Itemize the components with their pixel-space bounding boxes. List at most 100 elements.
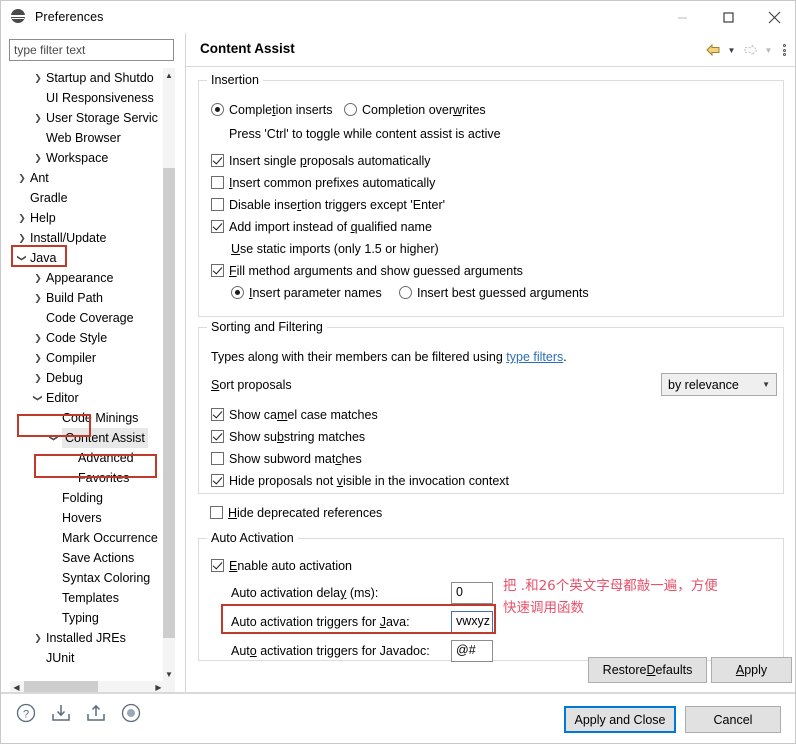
tree-item-code-minings[interactable]: Code Minings [10,408,165,428]
tree-item-workspace[interactable]: ❯ Workspace [10,148,165,168]
checkbox-indicator [210,506,223,519]
completion-overwrites-radio[interactable]: Completion overwrites [344,103,486,117]
apply-button[interactable]: Apply [711,657,792,683]
tree-item-advanced[interactable]: Advanced [10,448,165,468]
tree-item-code-coverage[interactable]: Code Coverage [10,308,165,328]
chevron-right-icon[interactable]: ❯ [32,628,44,648]
chevron-right-icon[interactable]: ❯ [32,288,44,308]
tree-item-label: Gradle [30,191,68,205]
tree-item-java[interactable]: ❯ Java [10,248,165,268]
close-icon[interactable] [751,1,795,33]
tree-item-help[interactable]: ❯ Help [10,208,165,228]
sort-proposals-combo[interactable]: by relevance ▼ [661,373,777,396]
type-filters-link[interactable]: type filters [506,350,563,364]
javadoc-triggers-input[interactable]: @# [451,640,493,662]
enable-auto-activation-checkbox[interactable]: Enable auto activation [211,559,352,573]
tree-item-typing[interactable]: Typing [10,608,165,628]
chevron-right-icon[interactable]: ❯ [32,108,44,128]
show-camel-case-checkbox[interactable]: Show camel case matches [211,408,378,422]
filter-text-placeholder[interactable]: type filter text [9,39,174,61]
chevron-right-icon[interactable]: ❯ [32,68,44,88]
chevron-right-icon[interactable]: ❯ [32,148,44,168]
tree-item-content-assist[interactable]: ❯ Content Assist [10,428,165,448]
hide-deprecated-checkbox[interactable]: Hide deprecated references [210,506,382,520]
tree-item-installed-jres[interactable]: ❯ Installed JREs [10,628,165,648]
tree-item-hovers[interactable]: Hovers [10,508,165,528]
tree-item-debug[interactable]: ❯ Debug [10,368,165,388]
tree-item-code-style[interactable]: ❯ Code Style [10,328,165,348]
vertical-scroll-thumb[interactable] [163,168,175,638]
chevron-right-icon[interactable]: ❯ [16,208,28,228]
chevron-right-icon[interactable]: ❯ [32,328,44,348]
chevron-down-icon[interactable]: ❯ [44,432,64,444]
tree-item-install-update[interactable]: ❯ Install/Update [10,228,165,248]
tree-item-syntax-coloring[interactable]: Syntax Coloring [10,568,165,588]
tree-item-label: Build Path [46,291,103,305]
view-menu-icon[interactable] [777,40,791,60]
scroll-down-icon[interactable]: ▼ [163,667,175,681]
tree-item-appearance[interactable]: ❯ Appearance [10,268,165,288]
checkbox-label: Enable auto activation [229,559,353,573]
tree-item-ui-responsiveness[interactable]: UI Responsiveness [10,88,165,108]
tree-item-label: Favorites [78,471,130,485]
java-triggers-input[interactable]: vwxyz [451,611,493,633]
chevron-down-icon[interactable]: ❯ [12,252,32,264]
export-icon[interactable] [85,702,107,724]
completion-inserts-radio[interactable]: Completion inserts [211,103,333,117]
tree-item-label: Syntax Coloring [62,571,151,585]
insert-best-guessed-radio[interactable]: Insert best guessed arguments [399,286,589,300]
chevron-down-icon[interactable]: ❯ [28,392,48,404]
tree-item-web-browser[interactable]: Web Browser [10,128,165,148]
tree-item-startup-and-shutdo[interactable]: ❯ Startup and Shutdo [10,68,165,88]
help-icon[interactable]: ? [15,702,37,724]
hide-proposals-checkbox[interactable]: Hide proposals not visible in the invoca… [211,474,509,488]
tree-item-mark-occurrence[interactable]: Mark Occurrence [10,528,165,548]
tree-item-save-actions[interactable]: Save Actions [10,548,165,568]
tree-item-favorites[interactable]: Favorites [10,468,165,488]
preferences-tree[interactable]: ❯ Startup and Shutdo UI Responsiveness ❯ Use… [9,67,176,695]
tree-item-folding[interactable]: Folding [10,488,165,508]
maximize-icon[interactable] [705,1,751,33]
tree-item-label: Ant [30,171,49,185]
disable-insertion-triggers-checkbox[interactable]: Disable insertion triggers except 'Enter… [211,198,445,212]
insert-common-prefixes-checkbox[interactable]: Insert common prefixes automatically [211,176,435,190]
back-arrow-icon[interactable] [703,40,723,60]
tree-item-editor[interactable]: ❯ Editor [10,388,165,408]
import-icon[interactable] [50,702,72,724]
back-history-dropdown-icon[interactable]: ▼ [725,40,738,60]
tree-item-label: Install/Update [30,231,107,245]
chevron-right-icon[interactable]: ❯ [16,228,28,248]
chevron-right-icon[interactable]: ❯ [32,368,44,388]
tree-item-gradle[interactable]: Gradle [10,188,165,208]
tree-item-user-storage-servic[interactable]: ❯ User Storage Servic [10,108,165,128]
checkbox-label: Insert common prefixes automatically [229,176,436,190]
insert-single-proposals-checkbox[interactable]: Insert single proposals automatically [211,154,431,168]
tree-item-build-path[interactable]: ❯ Build Path [10,288,165,308]
chevron-right-icon[interactable]: ❯ [32,348,44,368]
use-static-imports-checkbox[interactable]: Use static imports (only 1.5 or higher) [231,242,439,256]
radio-label: Insert parameter names [249,286,382,300]
restore-defaults-button[interactable]: Restore Defaults [588,657,707,683]
chevron-right-icon[interactable]: ❯ [32,268,44,288]
show-subword-checkbox[interactable]: Show subword matches [211,452,362,466]
auto-activation-delay-input[interactable]: 0 [451,582,493,604]
add-import-checkbox[interactable]: Add import instead of qualified name [211,220,432,234]
tree-item-label: Web Browser [46,131,121,145]
tree-vertical-scrollbar[interactable]: ▲ ▼ [163,68,175,681]
chevron-right-icon[interactable]: ❯ [16,168,28,188]
tree-item-label: Debug [46,371,83,385]
insert-parameter-names-radio[interactable]: Insert parameter names [231,286,382,300]
annotation-line-1: 把 .和26个英文字母都敲一遍，方便 [503,578,718,594]
tree-item-junit[interactable]: JUnit [10,648,165,668]
tree-item-templates[interactable]: Templates [10,588,165,608]
minimize-icon[interactable] [659,1,705,33]
cancel-button[interactable]: Cancel [685,706,781,733]
fill-method-arguments-checkbox[interactable]: Fill method arguments and show guessed a… [211,264,523,278]
apply-and-close-button[interactable]: Apply and Close [564,706,676,733]
tree-item-ant[interactable]: ❯ Ant [10,168,165,188]
record-icon[interactable] [120,702,142,724]
radio-indicator [399,286,412,299]
show-substring-checkbox[interactable]: Show substring matches [211,430,365,444]
scroll-up-icon[interactable]: ▲ [163,68,175,82]
tree-item-compiler[interactable]: ❯ Compiler [10,348,165,368]
